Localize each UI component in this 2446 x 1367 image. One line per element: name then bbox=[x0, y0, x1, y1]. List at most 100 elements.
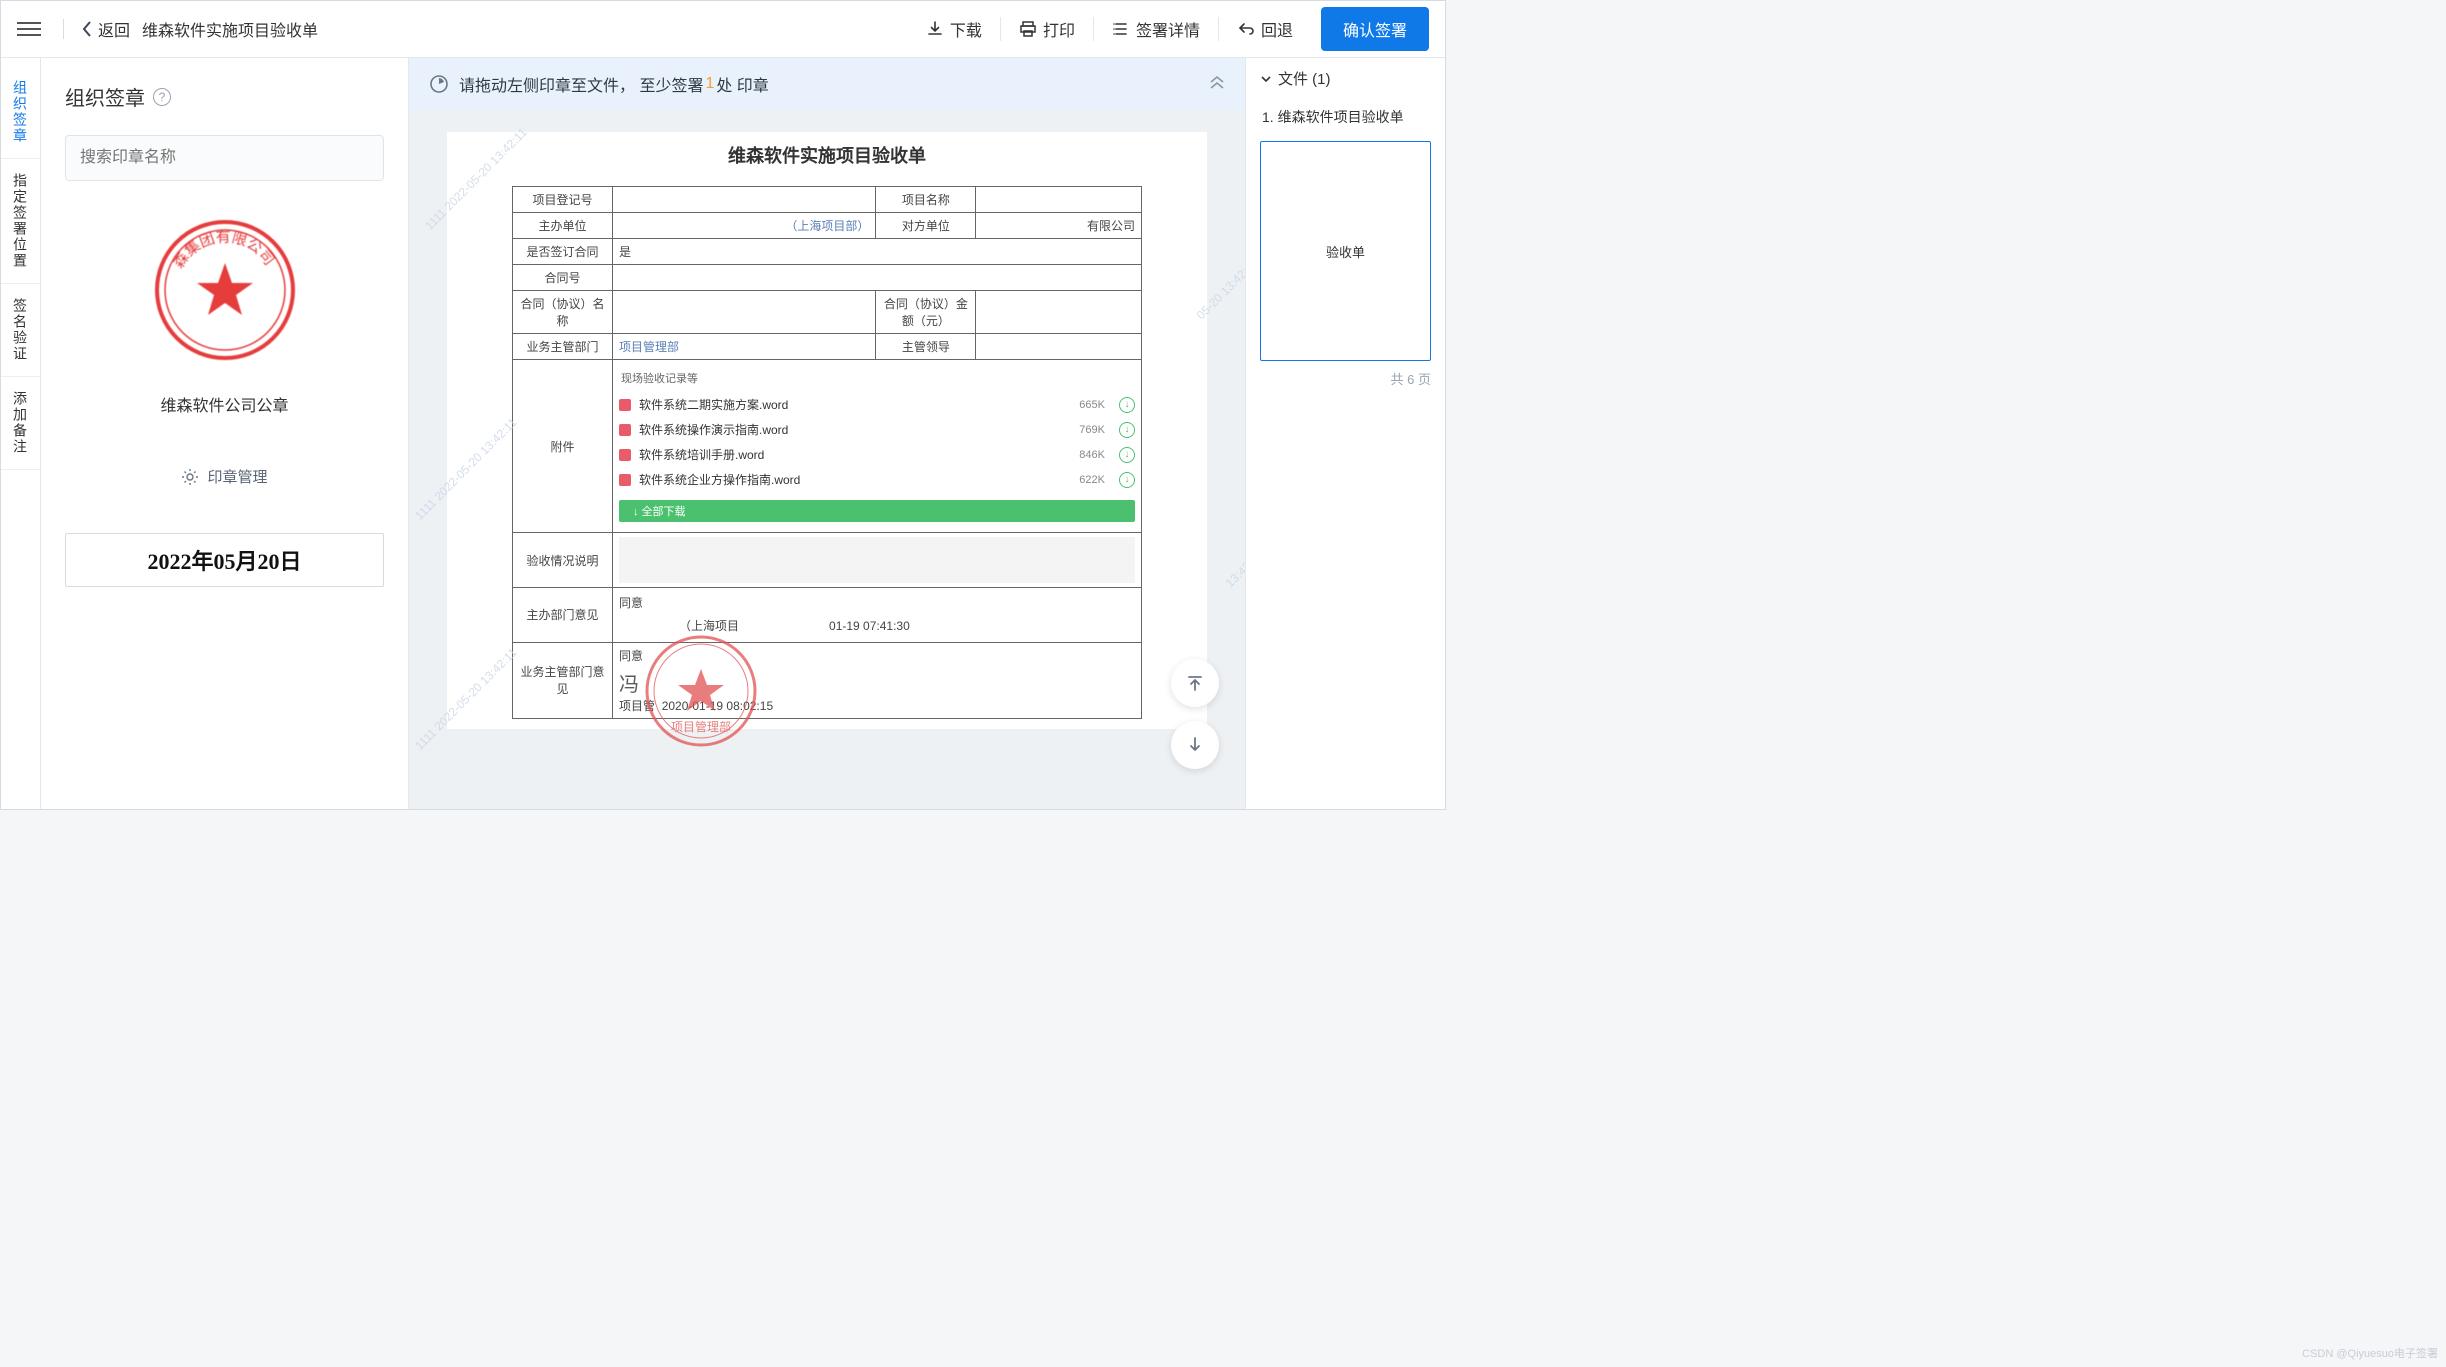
opinion-agree: 同意 bbox=[619, 592, 1135, 615]
seal-manage-button[interactable]: 印章管理 bbox=[65, 466, 384, 487]
float-buttons bbox=[1171, 659, 1219, 769]
attachment-list: 现场验收记录等 软件系统二期实施方案.word665K↓ 软件系统操作演示指南.… bbox=[619, 366, 1135, 526]
download-icon[interactable]: ↓ bbox=[1119, 422, 1135, 438]
gear-icon bbox=[181, 468, 199, 486]
print-label: 打印 bbox=[1043, 17, 1075, 41]
chevron-down-icon bbox=[1260, 73, 1272, 85]
tab-assign-position[interactable]: 指定签署位置 bbox=[1, 159, 40, 284]
label-contract-name: 合同（协议）名称 bbox=[513, 291, 613, 334]
tab-add-note[interactable]: 添加备注 bbox=[1, 377, 40, 470]
thumb-label: 验收单 bbox=[1326, 242, 1365, 261]
hint-suffix: 处 印章 bbox=[716, 72, 768, 96]
sign-detail-button[interactable]: 签署详情 bbox=[1093, 17, 1218, 41]
scroll-down-button[interactable] bbox=[1171, 721, 1219, 769]
attachment-size: 846K bbox=[1057, 449, 1105, 461]
attachment-item[interactable]: 软件系统二期实施方案.word665K↓ bbox=[619, 396, 1135, 413]
return-button[interactable]: 回退 bbox=[1218, 17, 1311, 41]
red-stamp-icon: 项目管理部 bbox=[641, 631, 761, 751]
back-button[interactable]: 返回 维森软件实施项目验收单 bbox=[82, 17, 318, 41]
download-icon[interactable]: ↓ bbox=[1119, 472, 1135, 488]
attachment-item[interactable]: 软件系统操作演示指南.word 769K ↓ bbox=[619, 421, 1135, 438]
help-icon[interactable]: ? bbox=[153, 88, 171, 106]
label-super-leader: 主管领导 bbox=[876, 334, 976, 360]
label-biz-dept: 业务主管部门 bbox=[513, 334, 613, 360]
vertical-tabs: 组织签章 指定签署位置 签名验证 添加备注 bbox=[1, 58, 41, 809]
file-header-label: 文件 (1) bbox=[1278, 68, 1331, 89]
seal-manage-label: 印章管理 bbox=[207, 466, 267, 487]
seal-panel: 组织签章 ? 森集团有限公司 维森软件公司公章 印章管理 2022年05月20日 bbox=[41, 58, 409, 809]
tab-org-seal[interactable]: 组织签章 bbox=[1, 66, 40, 159]
back-label: 返回 bbox=[98, 17, 130, 41]
return-label: 回退 bbox=[1261, 17, 1293, 41]
arrow-top-icon bbox=[1186, 674, 1204, 692]
print-button[interactable]: 打印 bbox=[1000, 17, 1093, 41]
attachment-item[interactable]: 软件系统企业方操作指南.word 622K ↓ bbox=[619, 471, 1135, 488]
download-all-button[interactable]: ↓ 全部下载 bbox=[619, 500, 1135, 522]
page-title: 维森软件实施项目验收单 bbox=[142, 17, 318, 41]
seal-card[interactable]: 森集团有限公司 维森软件公司公章 bbox=[65, 215, 384, 416]
attachment-size: 769K bbox=[1057, 424, 1105, 436]
hint-prefix: 请拖动左侧印章至文件， 至少签署 bbox=[459, 72, 703, 96]
file-icon bbox=[619, 474, 631, 486]
attachment-name: 软件系统操作演示指南.word bbox=[639, 421, 788, 438]
seal-panel-title-text: 组织签章 bbox=[65, 82, 145, 111]
return-icon bbox=[1237, 20, 1255, 38]
download-icon[interactable]: ↓ bbox=[1119, 447, 1135, 463]
chevron-left-icon bbox=[82, 21, 92, 37]
grey-block bbox=[619, 537, 1135, 583]
val-signed: 是 bbox=[613, 239, 1142, 265]
seal-name: 维森软件公司公章 bbox=[65, 392, 384, 416]
attach-section: 现场验收记录等 bbox=[619, 370, 1135, 386]
file-icon bbox=[619, 399, 631, 411]
divider bbox=[63, 19, 64, 39]
file-icon bbox=[619, 424, 631, 436]
label-host-unit: 主办单位 bbox=[513, 213, 613, 239]
attachment-size: 665K bbox=[1057, 399, 1105, 411]
search-seal-input[interactable] bbox=[65, 135, 384, 181]
label-project-name: 项目名称 bbox=[876, 187, 976, 213]
download-label: 下载 bbox=[950, 17, 982, 41]
attachment-name: 软件系统企业方操作指南.word bbox=[639, 471, 800, 488]
hint-count: 1 bbox=[705, 75, 714, 93]
attachment-item[interactable]: 软件系统培训手册.word846K↓ bbox=[619, 446, 1135, 463]
collapse-hint-button[interactable] bbox=[1209, 75, 1225, 94]
label-project-reg: 项目登记号 bbox=[513, 187, 613, 213]
document-page[interactable]: 1111 2022-05-20 13:42:11 1111 2022-05-20… bbox=[447, 132, 1207, 729]
download-icon bbox=[926, 20, 944, 38]
page-total: 共 6 页 bbox=[1391, 369, 1431, 388]
label-biz-opinion: 业务主管部门意见 bbox=[513, 642, 613, 718]
footer-watermark: CSDN @Qiyuesuo电子签署 bbox=[2302, 1345, 2438, 1361]
scroll-top-button[interactable] bbox=[1171, 659, 1219, 707]
file-panel: 文件 (1) 1. 维森软件项目验收单 验收单 共 6 页 bbox=[1245, 58, 1445, 809]
val-biz-dept: 项目管理部 bbox=[613, 334, 876, 360]
topbar: 返回 维森软件实施项目验收单 下载 打印 签署详情 回退 确认签署 bbox=[1, 1, 1445, 58]
file-panel-header[interactable]: 文件 (1) bbox=[1260, 68, 1431, 89]
sign-detail-label: 签署详情 bbox=[1136, 17, 1200, 41]
clock-icon bbox=[429, 74, 449, 94]
label-accept-desc: 验收情况说明 bbox=[513, 533, 613, 588]
chevron-up-double-icon bbox=[1209, 75, 1225, 89]
attachment-size: 622K bbox=[1057, 474, 1105, 486]
download-button[interactable]: 下载 bbox=[908, 17, 1000, 41]
label-contract-no: 合同号 bbox=[513, 265, 613, 291]
svg-text:项目管理部: 项目管理部 bbox=[671, 719, 731, 734]
document-table: 项目登记号项目名称 主办单位（上海项目部）对方单位有限公司 是否签订合同是 合同… bbox=[512, 186, 1142, 719]
label-counter-unit: 对方单位 bbox=[876, 213, 976, 239]
document-scroll[interactable]: 1111 2022-05-20 13:42:11 1111 2022-05-20… bbox=[409, 110, 1245, 809]
list-icon bbox=[1112, 20, 1130, 38]
menu-icon[interactable] bbox=[17, 22, 41, 36]
file-icon bbox=[619, 449, 631, 461]
confirm-sign-button[interactable]: 确认签署 bbox=[1321, 7, 1429, 51]
seal-stamp-icon: 森集团有限公司 bbox=[150, 215, 300, 365]
label-host-opinion: 主办部门意见 bbox=[513, 588, 613, 643]
tab-signature-verify[interactable]: 签名验证 bbox=[1, 284, 40, 377]
document-title: 维森软件实施项目验收单 bbox=[447, 142, 1207, 168]
label-signed: 是否签订合同 bbox=[513, 239, 613, 265]
download-icon[interactable]: ↓ bbox=[1119, 397, 1135, 413]
date-stamp[interactable]: 2022年05月20日 bbox=[65, 533, 384, 587]
hint-bar: 请拖动左侧印章至文件， 至少签署 1 处 印章 bbox=[409, 58, 1245, 110]
arrow-down-icon bbox=[1186, 736, 1204, 754]
label-attach: 附件 bbox=[513, 360, 613, 533]
file-thumbnail[interactable]: 验收单 bbox=[1260, 141, 1431, 361]
file-link[interactable]: 1. 维森软件项目验收单 bbox=[1260, 101, 1431, 133]
